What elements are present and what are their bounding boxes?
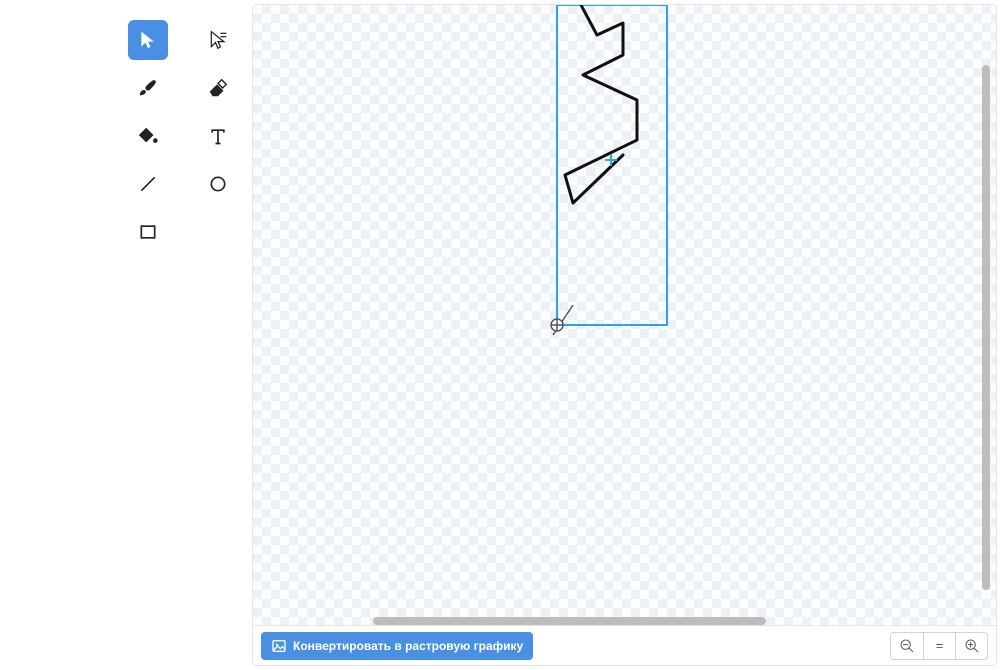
horizontal-scrollbar[interactable] bbox=[373, 617, 766, 625]
line-icon bbox=[138, 174, 158, 194]
vertical-scrollbar[interactable] bbox=[982, 65, 990, 590]
tool-line[interactable] bbox=[128, 164, 168, 204]
convert-to-raster-button[interactable]: Конвертировать в растровую графику bbox=[261, 632, 533, 660]
canvas-area[interactable]: Конвертировать в растровую графику = bbox=[252, 4, 997, 666]
tool-brush[interactable] bbox=[128, 68, 168, 108]
circle-icon bbox=[208, 174, 228, 194]
zoom-in-icon bbox=[964, 638, 980, 654]
app-root: Конвертировать в растровую графику = bbox=[0, 0, 1001, 670]
zoom-out-icon bbox=[899, 638, 915, 654]
tool-direct-select[interactable] bbox=[198, 20, 238, 60]
tool-paint-bucket[interactable] bbox=[128, 116, 168, 156]
tool-select[interactable] bbox=[128, 20, 168, 60]
brush-icon bbox=[137, 77, 159, 99]
direct-cursor-icon bbox=[208, 30, 228, 50]
toolbar bbox=[0, 0, 252, 670]
zoom-reset-button[interactable]: = bbox=[923, 633, 955, 659]
zoom-controls: = bbox=[890, 632, 988, 660]
tool-grid bbox=[128, 20, 252, 252]
tool-circle[interactable] bbox=[198, 164, 238, 204]
bottom-bar: Конвертировать в растровую графику = bbox=[253, 625, 996, 665]
cursor-icon bbox=[138, 30, 158, 50]
tool-rectangle[interactable] bbox=[128, 212, 168, 252]
equals-icon: = bbox=[936, 638, 944, 653]
tool-eraser[interactable] bbox=[198, 68, 238, 108]
zoom-in-button[interactable] bbox=[955, 633, 987, 659]
eraser-icon bbox=[207, 77, 229, 99]
tool-text[interactable] bbox=[198, 116, 238, 156]
paint-bucket-icon bbox=[137, 125, 159, 147]
image-icon bbox=[271, 638, 287, 654]
text-icon bbox=[208, 126, 228, 146]
convert-button-label: Конвертировать в растровую графику bbox=[293, 639, 523, 653]
zoom-out-button[interactable] bbox=[891, 633, 923, 659]
rectangle-icon bbox=[138, 222, 158, 242]
canvas-background bbox=[253, 5, 996, 665]
